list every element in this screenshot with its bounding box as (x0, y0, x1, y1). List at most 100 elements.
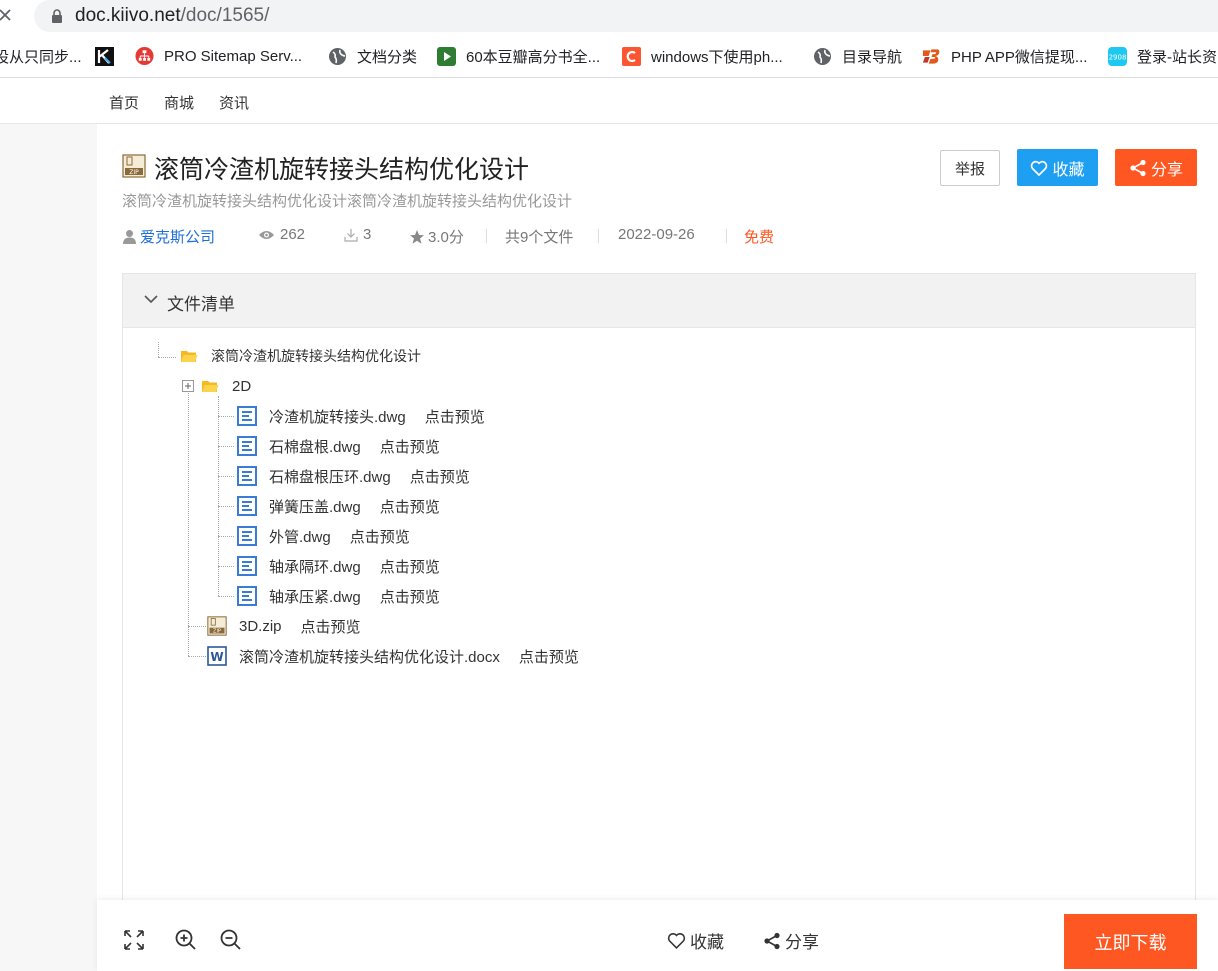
file-name: 轴承隔环.dwg (269, 558, 361, 576)
tree-file-item[interactable]: 轴承隔环.dwg 点击预览 (237, 555, 440, 577)
tree-line (218, 536, 234, 537)
tree-line (218, 416, 234, 417)
play-icon (437, 46, 456, 66)
zip-file-icon: ZIP (122, 154, 146, 178)
2908-logo-icon: 2908 (1108, 46, 1127, 66)
nav-mall[interactable]: 商城 (164, 92, 194, 113)
file-name: 滚筒冷渣机旋转接头结构优化设计.docx (239, 648, 500, 666)
favorite-button[interactable]: 收藏 (1017, 149, 1098, 186)
bookmark-item[interactable]: windows下使用ph... (622, 34, 783, 78)
preview-link[interactable]: 点击预览 (380, 556, 440, 577)
file-list-title: 文件清单 (167, 295, 235, 314)
bookmark-item[interactable]: 2908 登录-站长资 (1108, 34, 1217, 78)
bookmark-item[interactable] (95, 34, 114, 78)
tree-file-item[interactable]: W 滚筒冷渣机旋转接头结构优化设计.docx 点击预览 (207, 645, 579, 667)
preview-link[interactable]: 点击预览 (350, 526, 410, 547)
bookmark-item[interactable]: 设从只同步... (0, 34, 82, 78)
tree-file-item[interactable]: 石棉盘根压环.dwg 点击预览 (237, 465, 470, 487)
tree-line (218, 566, 234, 567)
bookmark-label: 文档分类 (357, 48, 418, 66)
file-name: 轴承压紧.dwg (269, 588, 361, 606)
c-logo-icon (622, 46, 641, 66)
bookmark-label: PRO Sitemap Serv... (164, 47, 303, 65)
tree-folder-2d[interactable]: 2D (181, 375, 251, 397)
score: 3.0分 (409, 226, 464, 247)
preview-link[interactable]: 点击预览 (380, 586, 440, 607)
tree-file-item[interactable]: 轴承压紧.dwg 点击预览 (237, 585, 440, 607)
bottom-favorite-button[interactable]: 收藏 (667, 928, 724, 953)
bookmark-label: 60本豆瓣高分书全... (466, 48, 601, 66)
dwg-file-icon (237, 406, 257, 426)
chevron-down-icon[interactable] (143, 292, 159, 306)
share-button[interactable]: 分享 (1115, 149, 1197, 186)
bookmark-item[interactable]: 目录导航 (813, 34, 902, 78)
bottom-toolbar: 收藏 分享 立即下载 (97, 900, 1218, 971)
lock-icon[interactable] (50, 9, 64, 23)
bookmark-label: 设从只同步... (0, 48, 82, 66)
url-text[interactable]: doc.kiivo.net/doc/1565/ (75, 5, 269, 27)
tree-line (158, 357, 176, 358)
share-icon (764, 932, 780, 949)
tree-line (188, 656, 206, 657)
zip-file-icon: ZIP (207, 616, 227, 636)
meta-divider (486, 229, 487, 243)
zoom-in-icon[interactable] (174, 928, 198, 952)
download-button[interactable]: 立即下载 (1064, 914, 1197, 969)
bookmark-item[interactable]: 60本豆瓣高分书全... (437, 34, 600, 78)
tree-line (218, 476, 234, 477)
share-label: 分享 (1150, 161, 1183, 179)
file-list-panel: 文件清单 滚筒冷渣机旋转接头结构优化设计 2D 冷渣机旋转接头.dwg 点击预览… (122, 273, 1196, 913)
bookmark-label: PHP APP微信提现... (951, 48, 1088, 66)
tree-file-item[interactable]: 冷渣机旋转接头.dwg 点击预览 (237, 405, 485, 427)
globe-icon (328, 47, 347, 66)
preview-link[interactable]: 点击预览 (425, 406, 485, 427)
upload-date: 2022-09-26 (618, 226, 695, 243)
bookmark-item[interactable]: PRO Sitemap Serv... (135, 34, 302, 78)
dwg-file-icon (237, 466, 257, 486)
tree-node-label: 2D (232, 377, 252, 395)
preview-link[interactable]: 点击预览 (301, 616, 361, 637)
tree-file-item[interactable]: ZIP 3D.zip 点击预览 (207, 615, 361, 637)
sitemap-icon (135, 46, 154, 66)
preview-link[interactable]: 点击预览 (410, 466, 470, 487)
meta-divider (598, 229, 599, 243)
bottom-share-button[interactable]: 分享 (763, 928, 819, 953)
report-button[interactable]: 举报 (940, 150, 1000, 186)
tree-root-folder[interactable]: 滚筒冷渣机旋转接头结构优化设计 (179, 345, 421, 367)
score-value: 3.0分 (428, 229, 464, 246)
close-icon[interactable] (0, 4, 18, 28)
collapse-toggle-icon[interactable] (181, 376, 195, 396)
bookmark-item[interactable]: PHP APP微信提现... (922, 34, 1087, 78)
author-name[interactable]: 爱克斯公司 (140, 226, 215, 247)
tree-file-item[interactable]: 石棉盘根.dwg 点击预览 (237, 435, 440, 457)
page-title: 滚筒冷渣机旋转接头结构优化设计 (154, 156, 530, 184)
preview-link[interactable]: 点击预览 (380, 496, 440, 517)
tree-line (188, 386, 189, 656)
dwg-file-icon (237, 496, 257, 516)
bookmark-item[interactable]: 文档分类 (328, 34, 417, 78)
file-list-header[interactable]: 文件清单 (123, 274, 1195, 328)
bottom-favorite-label: 收藏 (690, 933, 724, 952)
fullscreen-icon[interactable] (122, 928, 146, 952)
nav-news[interactable]: 资讯 (219, 92, 249, 113)
globe-icon (813, 47, 832, 66)
heart-icon (1031, 160, 1048, 176)
download-count: 3 (344, 226, 371, 243)
folder-open-icon (200, 376, 220, 396)
bookmark-label: 登录-站长资 (1137, 48, 1217, 66)
tree-file-item[interactable]: 弹簧压盖.dwg 点击预览 (237, 495, 440, 517)
eye-icon (259, 230, 274, 239)
tree-file-item[interactable]: 外管.dwg 点击预览 (237, 525, 410, 547)
preview-link[interactable]: 点击预览 (380, 436, 440, 457)
b-logo-icon (922, 47, 941, 66)
page-subtitle: 滚筒冷渣机旋转接头结构优化设计滚筒冷渣机旋转接头结构优化设计 (122, 193, 573, 210)
url-host: doc.kiivo.net (75, 5, 181, 26)
zoom-out-icon[interactable] (219, 928, 243, 952)
bottom-share-label: 分享 (785, 933, 819, 952)
k-logo-icon (95, 46, 114, 66)
svg-text:ZIP: ZIP (129, 169, 139, 176)
preview-link[interactable]: 点击预览 (519, 646, 579, 667)
bookmark-label: windows下使用ph... (651, 48, 783, 66)
nav-home[interactable]: 首页 (109, 92, 139, 113)
author[interactable]: 爱克斯公司 (122, 226, 215, 247)
